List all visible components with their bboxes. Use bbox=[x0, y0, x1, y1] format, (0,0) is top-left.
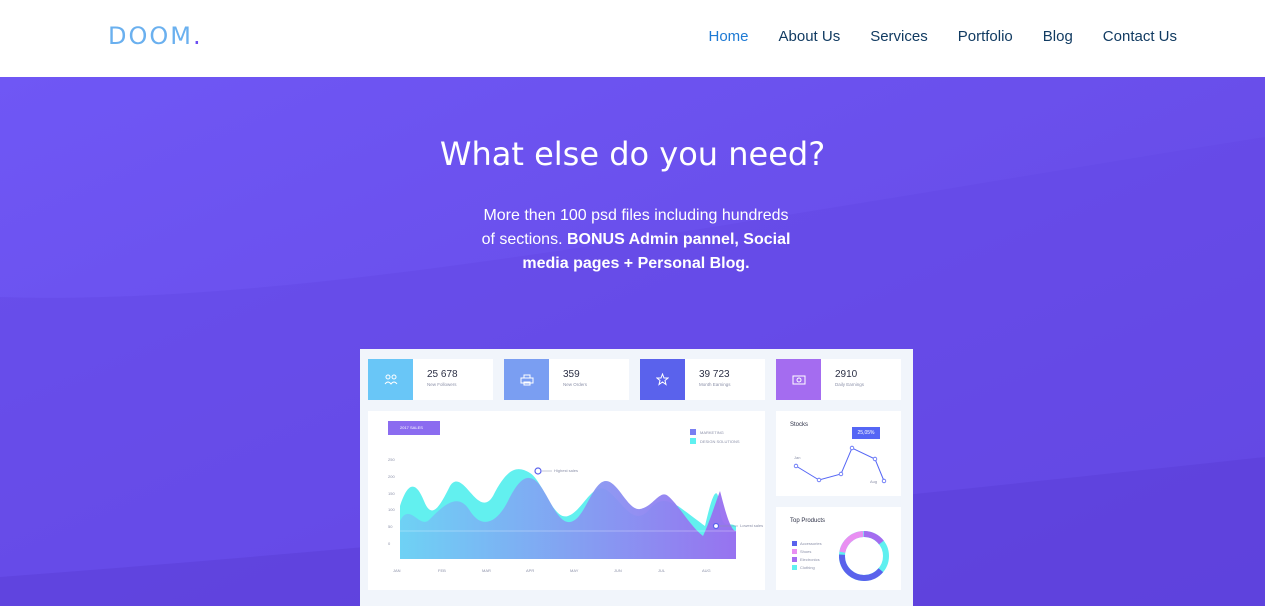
stocks-line-chart bbox=[793, 445, 887, 484]
stat-card-followers: 25 678 New Followers bbox=[368, 359, 493, 400]
nav-link-home[interactable]: Home bbox=[708, 28, 748, 45]
top-products-panel: Top Products Accessories Shoes Electroni… bbox=[776, 507, 901, 590]
top-products-donut-chart bbox=[839, 531, 889, 581]
x-tick-label: JAN bbox=[393, 568, 401, 573]
main-nav: Home About Us Services Portfolio Blog Co… bbox=[708, 28, 1177, 45]
stat-label: New Orders bbox=[563, 382, 588, 387]
dashboard-preview: 25 678 New Followers 359 New Orders 39 7… bbox=[360, 349, 913, 606]
logo-text: DOOM bbox=[108, 22, 193, 50]
stocks-end-label: Aug bbox=[870, 479, 878, 484]
star-icon bbox=[640, 359, 685, 400]
hero-title: What else do you need? bbox=[439, 135, 826, 173]
x-tick-label: AUG bbox=[702, 568, 711, 573]
stocks-panel: Stocks 25,05% Jan Aug bbox=[776, 411, 901, 496]
sales-chart-panel: 2017 SALES MARKETING DESIGN SOLUTIONS 25… bbox=[368, 411, 765, 590]
highest-point-marker bbox=[534, 467, 542, 475]
site-header: DOOM. Home About Us Services Portfolio B… bbox=[0, 0, 1265, 77]
nav-link-portfolio[interactable]: Portfolio bbox=[958, 28, 1013, 45]
x-tick-label: APR bbox=[526, 568, 535, 573]
printer-icon bbox=[504, 359, 549, 400]
stat-value: 359 bbox=[563, 369, 580, 380]
x-tick-label: FEB bbox=[438, 568, 446, 573]
stat-card-orders: 359 New Orders bbox=[504, 359, 629, 400]
lowest-sales-label: Lowest sales bbox=[740, 523, 764, 528]
highest-sales-label: Highest sales bbox=[554, 468, 579, 473]
stat-card-month-earnings: 39 723 Month Earnings bbox=[640, 359, 765, 400]
hero-description: More then 100 psd files including hundre… bbox=[480, 204, 792, 276]
nav-link-services[interactable]: Services bbox=[870, 28, 928, 45]
money-icon bbox=[776, 359, 821, 400]
nav-link-contact[interactable]: Contact Us bbox=[1103, 28, 1177, 45]
stat-value: 39 723 bbox=[699, 369, 730, 380]
lowest-point-marker bbox=[712, 522, 720, 530]
nav-link-blog[interactable]: Blog bbox=[1043, 28, 1073, 45]
logo[interactable]: DOOM. bbox=[108, 22, 203, 50]
x-tick-label: MAY bbox=[570, 568, 579, 573]
stat-label: Daily Earnings bbox=[835, 382, 865, 387]
x-tick-label: JUN bbox=[614, 568, 622, 573]
nav-link-about[interactable]: About Us bbox=[779, 28, 841, 45]
x-tick-label: MAR bbox=[482, 568, 491, 573]
users-icon bbox=[368, 359, 413, 400]
stat-value: 25 678 bbox=[427, 369, 458, 380]
hero-section: What else do you need? More then 100 psd… bbox=[0, 77, 1265, 606]
stat-card-daily-earnings: 2910 Daily Earnings bbox=[776, 359, 901, 400]
stocks-start-label: Jan bbox=[794, 455, 801, 460]
stat-value: 2910 bbox=[835, 369, 858, 380]
stat-label: New Followers bbox=[427, 382, 457, 387]
sales-area-chart bbox=[400, 467, 738, 559]
logo-dot: . bbox=[192, 22, 203, 50]
x-tick-label: JUL bbox=[658, 568, 666, 573]
stat-label: Month Earnings bbox=[699, 382, 731, 387]
